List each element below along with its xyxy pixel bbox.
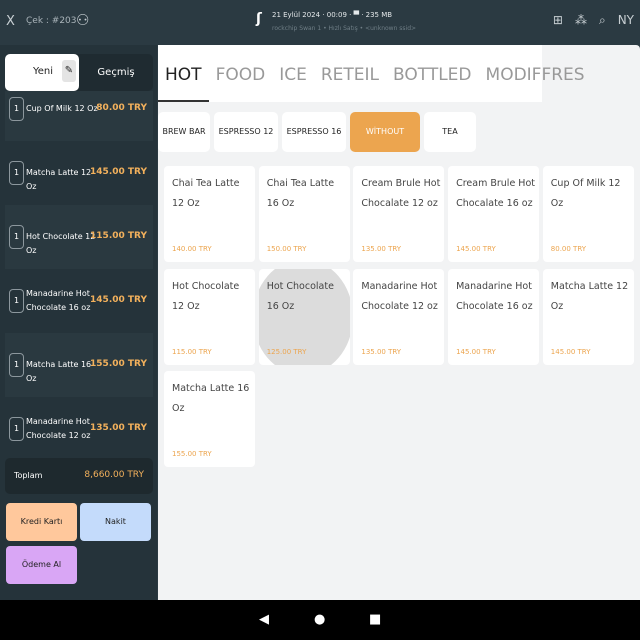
product-price: 115.00 TRY <box>172 347 212 356</box>
recents-icon[interactable]: ■ <box>369 612 381 627</box>
subcategory-tabs: BREW BARESPRESSO 12 OZESPRESSO 16 OZWİTH… <box>158 112 476 176</box>
product-card[interactable]: Hot Chocolate 16 Oz 125.00 TRY <box>258 268 350 365</box>
order-item[interactable]: 1 Manadarine Hot Chocolate 12 oz 135.00 TR… <box>5 397 153 451</box>
take-payment-button[interactable]: Ödeme Al <box>6 546 77 584</box>
total-value: 8,660.00 TRY <box>84 470 144 480</box>
order-item[interactable]: 1 Matcha Latte 16 Oz 155.00 TRY <box>5 333 153 397</box>
product-price: 145.00 TRY <box>550 347 591 356</box>
tab-category[interactable]: RETEIL <box>314 45 386 102</box>
item-price: 80.00 TRY <box>96 103 147 113</box>
tab-category[interactable]: HOT <box>158 45 209 102</box>
search-icon[interactable]: ⌕ <box>599 13 606 28</box>
product-price: 80.00 TRY <box>550 245 587 253</box>
credit-card-button[interactable]: Kredi Kartı <box>6 503 77 541</box>
subcategory-button[interactable]: ESPRESSO 12 OZ <box>214 112 278 176</box>
grid-icon[interactable]: ⁂ <box>575 13 587 28</box>
item-name: Cup Of Milk 12 Oz <box>26 104 98 113</box>
quantity-badge[interactable]: 1 <box>9 97 24 121</box>
quantity-badge[interactable]: 1 <box>9 161 24 185</box>
product-name: Cream Brule Hot Chocalate 16 oz <box>456 178 535 209</box>
product-name: Matcha Latte 12 Oz <box>550 280 629 312</box>
user-add-icon[interactable]: ⚇ <box>76 11 89 29</box>
order-item[interactable]: 1 Cup Of Milk 12 Oz 80.00 TRY <box>5 91 153 141</box>
order-panel: Yeni ✎ Geçmiş 1 Cup Of Milk 12 Oz 80.00 TR… <box>0 45 157 600</box>
product-price: 135.00 TRY <box>361 245 402 253</box>
subcategory-button[interactable]: WİTHOUT COFFEE <box>350 112 420 176</box>
order-item[interactable]: 1 Manadarine Hot Chocolate 16 oz 145.00 TR… <box>5 269 153 333</box>
app-logo-icon: ʃ <box>256 11 262 27</box>
calculator-icon[interactable]: ⊞ <box>553 13 563 28</box>
product-name: Chai Tea Latte 16 Oz <box>266 178 335 209</box>
item-name: Manadarine Hot Chocolate 16 oz <box>26 289 91 312</box>
tab-category[interactable]: ICE <box>272 45 314 102</box>
product-card[interactable]: Hot Chocolate 12 Oz 115.00 TRY <box>164 268 255 365</box>
product-price: 150.00 TRY <box>266 245 307 253</box>
tab-category[interactable]: BOTTLED <box>386 45 479 102</box>
close-button[interactable]: X <box>6 14 15 29</box>
quantity-badge[interactable]: 1 <box>9 417 24 441</box>
back-icon[interactable]: ◀ <box>259 612 269 627</box>
quantity-badge[interactable]: 1 <box>9 225 24 249</box>
item-name: Matcha Latte 16 Oz <box>26 360 92 383</box>
cash-button[interactable]: Nakit <box>80 503 151 541</box>
subcategory-button[interactable]: ESPRESSO 16 OZ <box>282 112 346 176</box>
product-card[interactable]: Matcha Latte 16 Oz 155.00 TRY <box>164 371 255 467</box>
product-price: 135.00 TRY <box>361 347 402 356</box>
order-list[interactable]: 1 Cup Of Milk 12 Oz 80.00 TRY 1 Matcha Latte… <box>5 91 153 451</box>
product-card[interactable]: Chai Tea Latte 16 Oz 150.00 TRY <box>258 166 350 262</box>
user-initials[interactable]: NY <box>618 13 634 28</box>
total-label: Toplam <box>14 471 43 480</box>
order-item[interactable]: 1 Matcha Latte 12 Oz 145.00 TRY <box>5 141 153 205</box>
category-tabs: HOT FOOD ICE RETEIL BOTTLED MODIFFRES <box>158 45 585 102</box>
item-name: Matcha Latte 12 Oz <box>26 168 92 191</box>
product-card[interactable]: Cream Brule Hot Chocalate 12 oz 135.00 TR… <box>353 166 445 262</box>
item-price: 135.00 TRY <box>90 423 147 433</box>
item-price: 145.00 TRY <box>90 167 147 177</box>
product-price: 140.00 TRY <box>172 245 212 253</box>
item-price: 145.00 TRY <box>90 295 147 305</box>
product-card[interactable]: Cream Brule Hot Chocalate 16 oz 145.00 TR… <box>448 166 540 262</box>
product-name: Manadarine Hot Chocolate 12 oz <box>361 280 438 312</box>
tab-category[interactable]: MODIFFRES <box>479 45 592 102</box>
subcategory-button[interactable]: BREW BAR <box>158 112 210 152</box>
pencil-icon[interactable]: ✎ <box>62 60 76 82</box>
top-bar: X Çek : #203 ⚇ ʃ 21 Eylül 2024 · 00:09 ·… <box>0 0 640 45</box>
product-name: Hot Chocolate 16 Oz <box>266 280 334 312</box>
product-name: Hot Chocolate 12 Oz <box>172 280 240 312</box>
product-price: 155.00 TRY <box>172 450 212 458</box>
product-price: 125.00 TRY <box>266 347 307 356</box>
product-name: Chai Tea Latte 12 Oz <box>172 178 240 209</box>
product-card[interactable]: Chai Tea Latte 12 Oz 140.00 TRY <box>164 166 255 262</box>
order-tabs: Yeni ✎ Geçmiş <box>5 54 153 91</box>
product-price: 145.00 TRY <box>456 245 496 253</box>
subcategory-button[interactable]: TEA <box>424 112 476 152</box>
quantity-badge[interactable]: 1 <box>9 353 24 377</box>
product-name: Manadarine Hot Chocolate 16 oz <box>456 280 533 312</box>
tab-history[interactable]: Geçmiş <box>79 54 153 91</box>
item-price: 115.00 TRY <box>90 231 147 241</box>
product-card[interactable]: Cup Of Milk 12 Oz 80.00 TRY <box>542 166 634 262</box>
tab-new[interactable]: Yeni ✎ <box>5 54 79 91</box>
date-line: 21 Eylül 2024 · 00:09 · ▀ · 235 MB <box>272 11 393 19</box>
device-line: rockchip Swan 1 • Hızlı Satış • <unknown… <box>272 25 417 32</box>
order-item[interactable]: 1 Hot Chocolate 12 Oz 115.00 TRY <box>5 205 153 269</box>
home-icon[interactable]: ● <box>314 612 325 627</box>
item-price: 155.00 TRY <box>90 359 147 369</box>
product-card[interactable]: Manadarine Hot Chocolate 12 oz 135.00 TRY <box>353 268 445 365</box>
product-name: Cup Of Milk 12 Oz <box>550 178 621 209</box>
product-name: Cream Brule Hot Chocalate 12 oz <box>361 178 441 209</box>
quantity-badge[interactable]: 1 <box>9 289 24 313</box>
tab-category[interactable]: FOOD <box>209 45 273 102</box>
product-card[interactable]: Matcha Latte 12 Oz 145.00 TRY <box>542 268 634 365</box>
total-row: Toplam 8,660.00 TRY <box>5 458 153 494</box>
item-name: Hot Chocolate 12 Oz <box>26 232 96 255</box>
product-card[interactable]: Manadarine Hot Chocolate 16 oz 145.00 TRY <box>448 268 540 365</box>
android-nav-bar: ◀ ● ■ <box>0 600 640 640</box>
product-area: HOT FOOD ICE RETEIL BOTTLED MODIFFRES BREW BA… <box>158 45 640 600</box>
check-number[interactable]: Çek : #203 <box>26 16 77 26</box>
tab-new-label: Yeni <box>33 66 54 77</box>
product-price: 145.00 TRY <box>456 347 496 356</box>
item-name: Manadarine Hot Chocolate 12 oz <box>26 417 91 440</box>
product-name: Matcha Latte 16 Oz <box>172 383 250 414</box>
